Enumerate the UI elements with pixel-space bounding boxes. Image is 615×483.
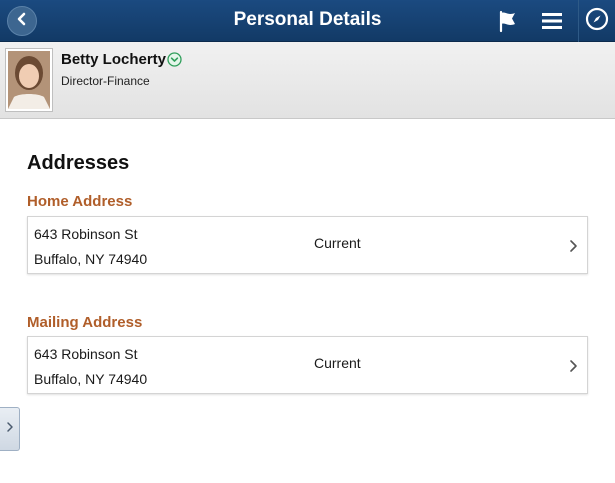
address-status: Current [314,355,361,371]
employee-name: Betty Locherty [61,51,167,68]
chevron-right-icon [569,239,578,258]
page-title: Personal Details [233,9,382,30]
chevron-down-circle-icon[interactable] [167,52,182,72]
header-bar: Personal Details [0,0,615,42]
hamburger-menu-icon[interactable] [539,8,565,34]
chevron-right-icon [569,359,578,378]
address-line-1: 643 Robinson St [34,346,138,362]
address-line-1: 643 Robinson St [34,226,138,242]
mailing-address-row[interactable]: 643 Robinson St Buffalo, NY 74940 Curren… [27,336,588,394]
home-address-label: Home Address [27,193,133,210]
address-status: Current [314,235,361,251]
flag-icon[interactable] [495,8,521,34]
section-title: Addresses [27,152,130,174]
mailing-address-label: Mailing Address [27,314,143,331]
chevron-right-icon [6,420,14,438]
navbar-button[interactable] [578,0,615,42]
home-address-row[interactable]: 643 Robinson St Buffalo, NY 74940 Curren… [27,216,588,274]
employee-photo [5,48,53,112]
employee-job-title: Director-Finance [61,74,150,88]
side-panel-toggle[interactable] [0,407,20,451]
address-line-2: Buffalo, NY 74940 [34,251,148,267]
compass-icon [585,7,609,36]
address-line-2: Buffalo, NY 74940 [34,371,148,387]
profile-banner: Betty Locherty Director-Finance [0,42,615,119]
